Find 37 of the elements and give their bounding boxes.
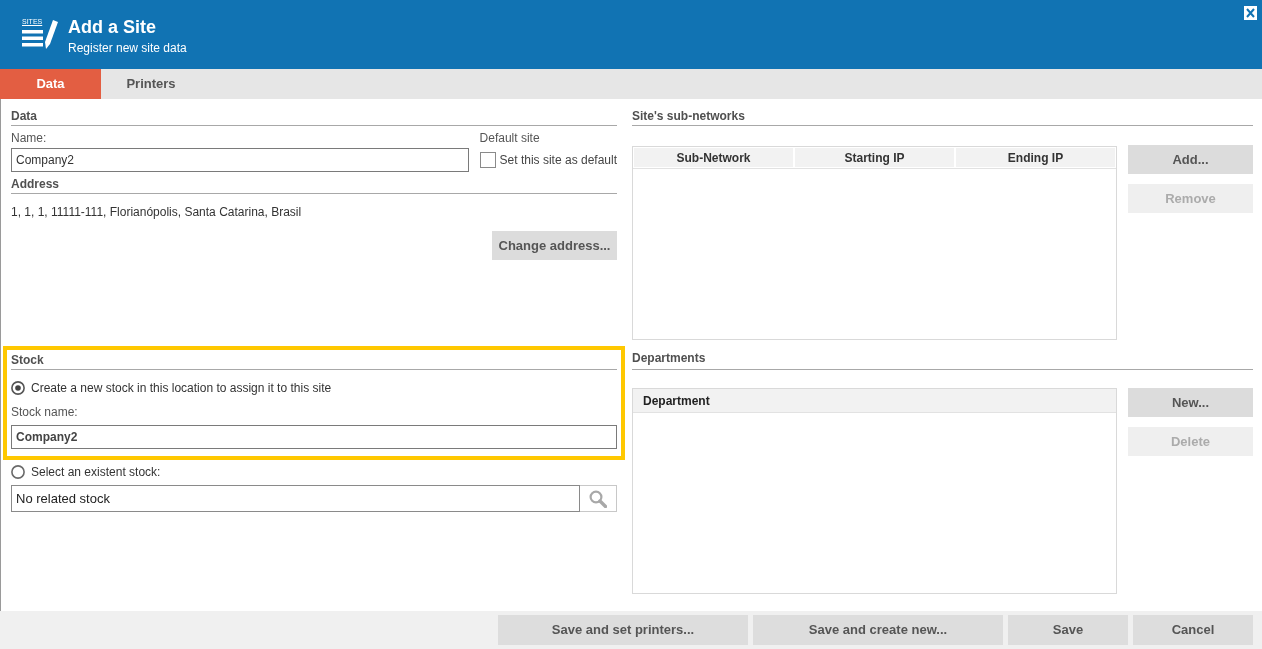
field-label: Name: <box>11 131 47 145</box>
cancel-button[interactable]: Cancel <box>1133 615 1253 645</box>
add-button[interactable]: Add... <box>1128 145 1253 174</box>
column-header: Starting IP <box>795 148 954 167</box>
save-and-create-new-button[interactable]: Save and create new... <box>753 615 1003 645</box>
radio-button[interactable] <box>11 381 25 395</box>
column-header: Department <box>642 392 711 410</box>
field-label: Stock name: <box>11 405 78 419</box>
checkbox-label: Set this site as default <box>499 153 617 167</box>
pencil-icon <box>44 19 59 50</box>
section-heading: Departments <box>632 351 706 367</box>
section-heading: Stock <box>11 353 44 368</box>
radio-button[interactable] <box>11 465 25 479</box>
new-button[interactable]: New... <box>1128 388 1253 417</box>
stock-name-field[interactable]: Company2 <box>11 425 617 449</box>
tab[interactable]: Printers <box>101 69 201 99</box>
section-heading: Site's sub-networks <box>632 109 745 124</box>
radio-label: Create a new stock in this location to assign it to this site <box>31 381 332 395</box>
column-header: Sub-Network <box>634 148 793 167</box>
tab[interactable]: Data <box>0 69 101 99</box>
column-header: Ending IP <box>956 148 1115 167</box>
section-heading: Data <box>11 109 37 124</box>
stock-search-field[interactable]: No related stock <box>11 485 580 512</box>
change-address-button[interactable]: Change address... <box>492 231 617 260</box>
radio-label: Select an existent stock: <box>31 465 161 479</box>
save-button[interactable]: Save <box>1008 615 1128 645</box>
list-lines-icon <box>22 30 43 47</box>
window-subtitle: Register new site data <box>68 41 187 55</box>
search-icon <box>589 489 607 508</box>
window-title: Add a Site <box>68 16 157 38</box>
field-label: Default site <box>479 131 540 145</box>
address-text: 1, 1, 1, 11111-111, Florianópolis, Santa Catarina, Brasil <box>11 205 302 219</box>
save-and-set-printers-button[interactable]: Save and set printers... <box>498 615 748 645</box>
checkbox[interactable] <box>479 152 496 168</box>
close-icon[interactable] <box>1244 6 1257 20</box>
name-field[interactable]: Company2 <box>11 148 469 172</box>
section-heading: Address <box>11 177 60 192</box>
